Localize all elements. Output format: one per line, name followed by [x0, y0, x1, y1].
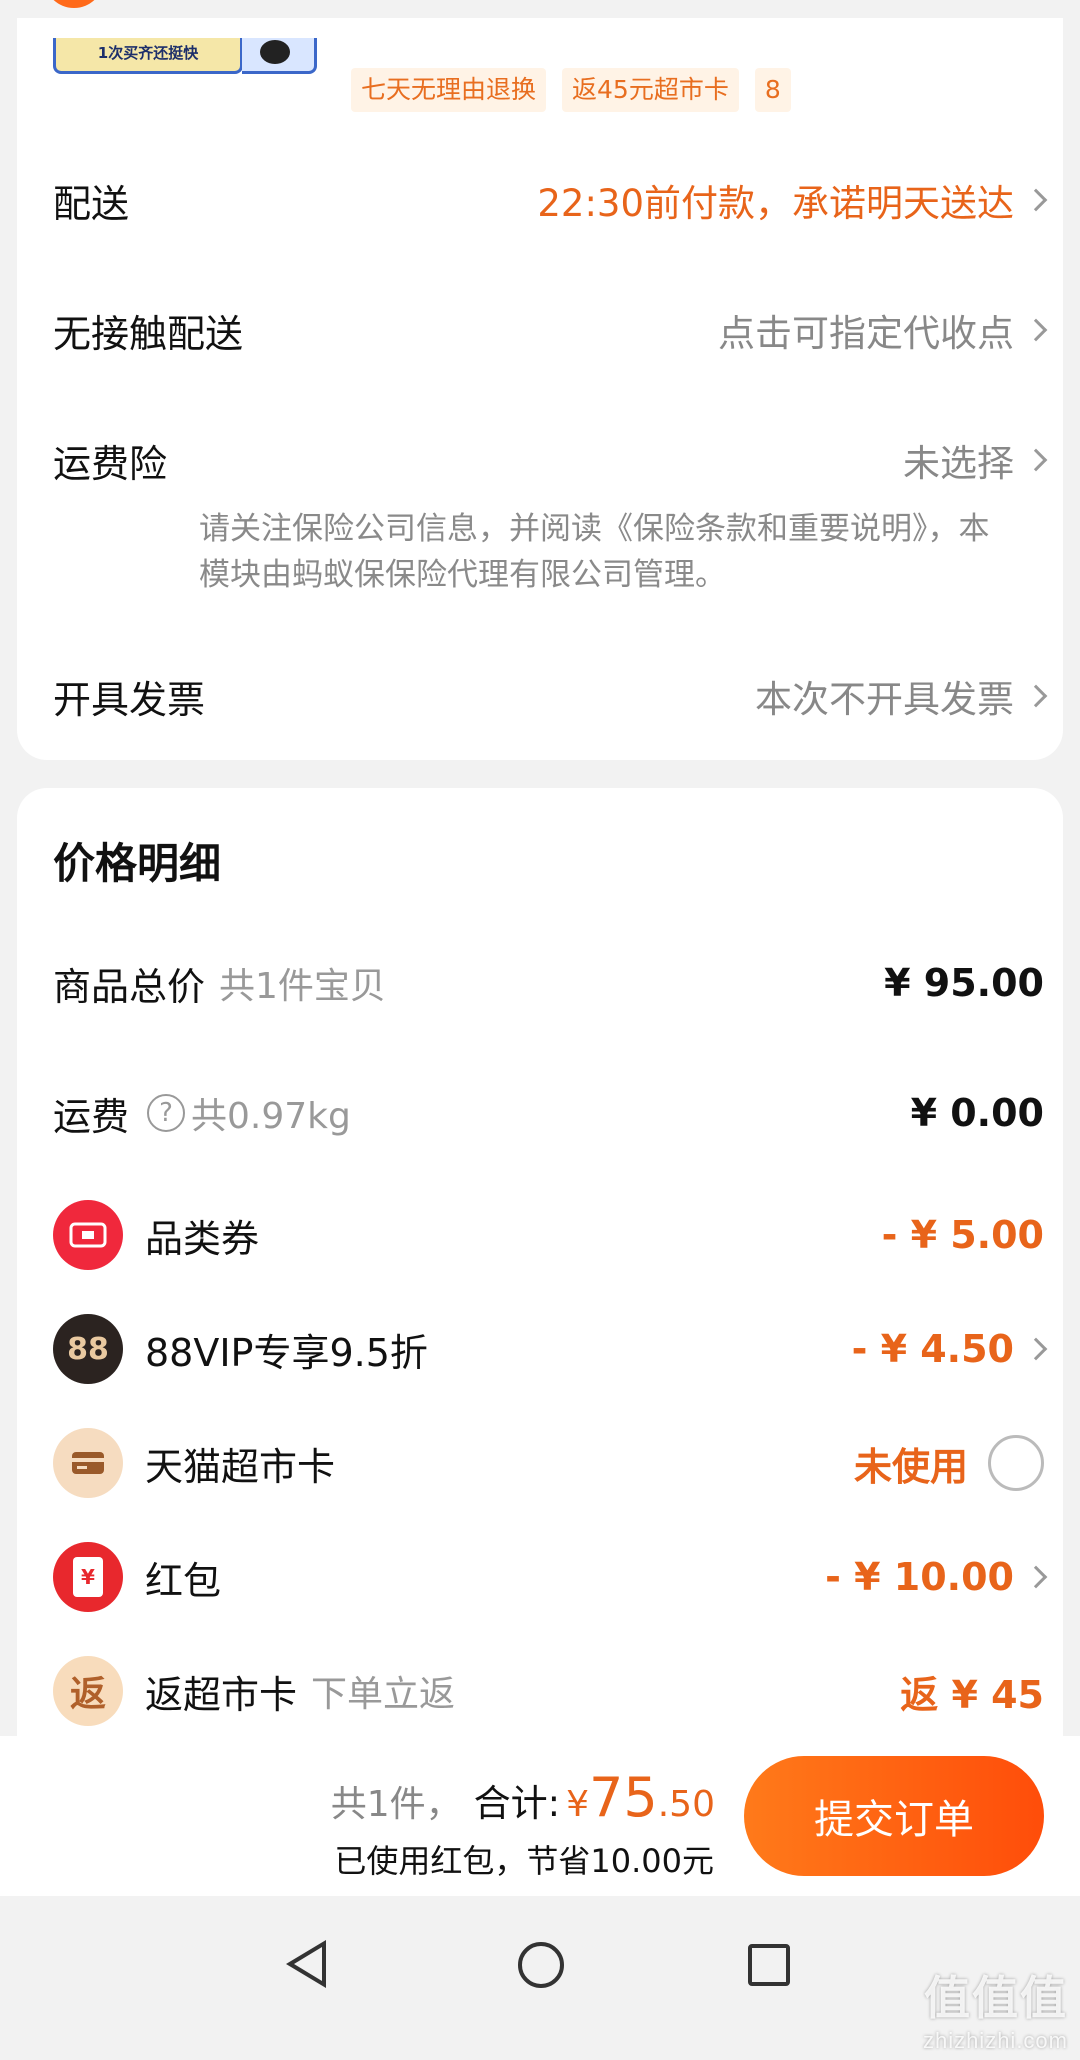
rebate-amount: 返 ¥ 45 — [900, 1672, 1044, 1717]
currency-symbol: ¥ — [566, 1784, 590, 1825]
total-decimal: .50 — [657, 1784, 715, 1825]
goods-total-amount: ¥ 95.00 — [884, 961, 1044, 1005]
vip-discount-amount: - ¥ 4.50 — [851, 1327, 1014, 1371]
freight-weight: 共0.97kg — [191, 1096, 351, 1137]
price-detail-card: 价格明细 商品总价 共1件宝贝 ¥ 95.00 运费 ? 共0.97kg ¥ 0… — [17, 788, 1063, 1788]
red-packet-icon: ¥ — [53, 1542, 123, 1612]
coupon-label: 品类券 — [145, 1216, 260, 1261]
shipping-row[interactable]: 配送 22:30前付款，承诺明天送达 — [53, 170, 1048, 230]
recent-apps-icon[interactable] — [748, 1944, 790, 1986]
tag-more: 8 — [754, 68, 791, 112]
goods-total-label: 商品总价 — [53, 964, 206, 1009]
vip-discount-label: 88VIP专享9.5折 — [145, 1330, 428, 1375]
supermarket-card-status: 未使用 — [853, 1444, 968, 1489]
chevron-right-icon — [1024, 684, 1048, 708]
coupon-row: 品类券 - ¥ 5.00 — [53, 1200, 1044, 1270]
savings-note: 已使用红包，节省10.00元 — [334, 1842, 714, 1880]
contactless-value: 点击可指定代收点 — [718, 312, 1014, 355]
freight-amount: ¥ 0.00 — [910, 1091, 1044, 1135]
vip-88-icon: 88 — [53, 1314, 123, 1384]
rebate-sub: 下单立返 — [311, 1674, 456, 1715]
item-count: 共1件， — [330, 1784, 462, 1825]
mascot-icon — [260, 40, 290, 64]
avatar — [44, 0, 104, 8]
tag-return: 七天无理由退换 — [351, 68, 547, 112]
invoice-label: 开具发票 — [53, 677, 206, 722]
hongbao-amount: - ¥ 10.00 — [825, 1555, 1014, 1599]
total-integer: 75 — [589, 1766, 658, 1829]
hongbao-row[interactable]: ¥ 红包 - ¥ 10.00 — [53, 1542, 1048, 1612]
shipping-label: 配送 — [53, 181, 130, 226]
insurance-note: 请关注保险公司信息，并阅读《保险条款和重要说明》，本模块由蚂蚁保保险代理有限公司… — [199, 511, 990, 593]
hongbao-label: 红包 — [145, 1558, 222, 1603]
watermark-logo: 值值值 — [924, 1971, 1068, 2025]
watermark-url: zhizhizhi.com — [922, 2028, 1068, 2053]
coupon-amount: - ¥ 5.00 — [881, 1213, 1044, 1257]
invoice-row[interactable]: 开具发票 本次不开具发票 — [53, 666, 1048, 726]
back-icon[interactable] — [286, 1940, 326, 1988]
vip-discount-row[interactable]: 88 88VIP专享9.5折 - ¥ 4.50 — [53, 1314, 1048, 1384]
insurance-value: 未选择 — [903, 442, 1014, 485]
insurance-label: 运费险 — [53, 441, 168, 486]
home-icon[interactable] — [518, 1942, 564, 1988]
use-card-radio[interactable] — [988, 1435, 1044, 1491]
tag-rebate: 返45元超市卡 — [562, 68, 739, 112]
watermark: 值值值 zhizhizhi.com — [923, 1962, 1068, 2054]
price-detail-title: 价格明细 — [53, 839, 222, 888]
shipping-value: 22:30前付款，承诺明天送达 — [537, 182, 1014, 225]
rebate-label: 返超市卡 — [145, 1672, 298, 1717]
invoice-value: 本次不开具发票 — [755, 678, 1014, 721]
submit-order-button[interactable]: 提交订单 — [744, 1756, 1044, 1876]
card-icon — [53, 1428, 123, 1498]
coupon-icon — [53, 1200, 123, 1270]
total-label: 合计: — [473, 1782, 561, 1825]
chevron-right-icon — [1024, 318, 1048, 342]
chevron-right-icon — [1024, 448, 1048, 472]
freight-row: 运费 ? 共0.97kg ¥ 0.00 — [53, 1078, 1044, 1148]
order-total: 共1件， 合计: ¥ 75 .50 — [331, 1766, 715, 1829]
goods-count: 共1件宝贝 — [219, 966, 386, 1007]
contactless-row[interactable]: 无接触配送 点击可指定代收点 — [53, 300, 1048, 360]
supermarket-card-label: 天猫超市卡 — [145, 1444, 336, 1489]
system-nav-bar: 值值值 zhizhizhi.com — [0, 1896, 1080, 2060]
checkout-bar: 共1件， 合计: ¥ 75 .50 已使用红包，节省10.00元 提交订单 — [0, 1736, 1080, 1896]
product-thumbnail[interactable]: 1次买齐还挺快 — [53, 38, 243, 74]
chevron-right-icon — [1024, 1565, 1048, 1589]
freight-label: 运费 — [53, 1094, 130, 1139]
chevron-right-icon — [1024, 1337, 1048, 1361]
goods-total-row: 商品总价 共1件宝贝 ¥ 95.00 — [53, 948, 1044, 1018]
product-thumbnail-secondary[interactable] — [242, 38, 317, 74]
rebate-row: 返 返超市卡 下单立返 返 ¥ 45 — [53, 1656, 1044, 1726]
chevron-right-icon — [1024, 188, 1048, 212]
thumbnail-caption: 1次买齐还挺快 — [97, 44, 199, 62]
contactless-label: 无接触配送 — [53, 311, 244, 356]
insurance-row[interactable]: 运费险 未选择 — [53, 430, 1048, 490]
help-icon[interactable]: ? — [147, 1094, 186, 1132]
supermarket-card-row: 天猫超市卡 未使用 — [53, 1428, 1044, 1498]
rebate-icon: 返 — [53, 1656, 123, 1726]
order-options-card: 1次买齐还挺快 七天无理由退换 返45元超市卡 8 配送 22:30前付款，承诺… — [17, 18, 1063, 760]
service-tags: 七天无理由退换 返45元超市卡 8 — [351, 68, 791, 112]
